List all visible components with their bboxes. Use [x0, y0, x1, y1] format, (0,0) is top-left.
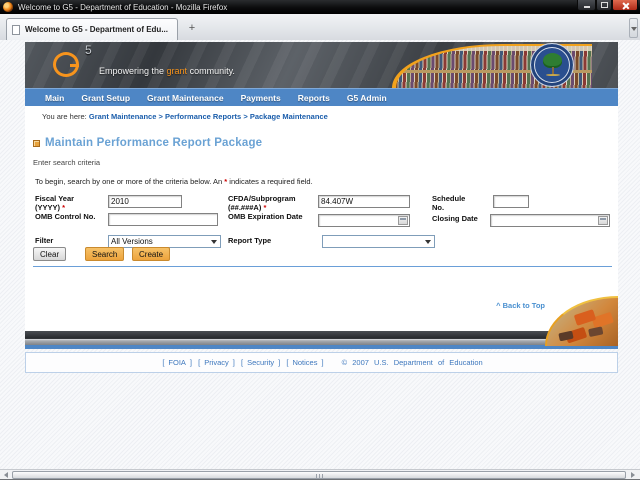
main-nav: Main Grant Setup Grant Maintenance Payme… [25, 88, 618, 106]
footer-link-privacy[interactable]: Privacy [204, 358, 229, 367]
bottom-blue-strip [25, 345, 618, 349]
search-criteria-subtitle: Enter search criteria [33, 158, 101, 167]
calendar-icon[interactable] [598, 216, 608, 225]
divider-line [33, 266, 612, 267]
breadcrumb-prefix: You are here: [42, 112, 87, 121]
filter-label: Filter [35, 236, 54, 245]
site-header: 5 Empowering the grant community. [25, 42, 618, 88]
seal-tree-icon [543, 53, 562, 68]
nav-item-payments[interactable]: Payments [241, 93, 281, 103]
g5-logo-number: 5 [85, 43, 92, 57]
bracket: [ [198, 358, 201, 367]
tab-title: Welcome to G5 - Department of Edu... [25, 25, 168, 34]
tab-bar: Welcome to G5 - Department of Edu... + [0, 14, 640, 40]
bracket: ] [321, 358, 324, 367]
report-type-select[interactable] [322, 235, 435, 248]
report-type-label: Report Type [228, 236, 272, 245]
omb-control-no-label: OMB Control No. [35, 212, 96, 221]
bracket: [ [240, 358, 244, 367]
content-area: You are here: Grant Maintenance > Perfor… [25, 106, 618, 331]
tagline-pre: Empowering the [99, 66, 167, 76]
title-bullet-icon [33, 139, 40, 147]
cfda-subprogram-label: CFDA/Subprogram (##.###A) * [228, 194, 296, 212]
bracket: ] [232, 358, 235, 367]
instruction-post: indicates a required field. [227, 177, 313, 186]
window-titlebar: Welcome to G5 - Department of Education … [0, 0, 640, 14]
closing-date-label: Closing Date [432, 214, 478, 223]
nav-item-grant-setup[interactable]: Grant Setup [81, 93, 130, 103]
chevron-down-icon [425, 240, 431, 244]
schedule-no-label: Schedule No. [432, 194, 466, 212]
page-viewport: 5 Empowering the grant community. Main G… [0, 40, 640, 469]
scroll-left-arrow[interactable] [0, 471, 12, 479]
breadcrumb-link-performance-reports[interactable]: Performance Reports [165, 112, 241, 121]
fiscal-year-input[interactable] [108, 195, 182, 208]
schedule-no-input[interactable] [493, 195, 529, 208]
tab-welcome-g5[interactable]: Welcome to G5 - Department of Edu... [6, 18, 178, 40]
nav-item-g5-admin[interactable]: G5 Admin [347, 93, 387, 103]
instruction-pre: To begin, search by one or more of the c… [35, 177, 225, 186]
browser-window: Welcome to G5 - Department of Education … [0, 0, 640, 480]
seal-tree-trunk [552, 67, 554, 74]
page-content: 5 Empowering the grant community. Main G… [25, 42, 618, 373]
maximize-icon [600, 2, 608, 8]
nav-item-reports[interactable]: Reports [298, 93, 330, 103]
close-icon [622, 2, 629, 9]
bracket: [ [286, 358, 289, 367]
omb-control-no-input[interactable] [108, 213, 218, 226]
closing-date-input[interactable] [490, 214, 610, 227]
close-button[interactable] [612, 0, 638, 11]
clear-button[interactable]: Clear [33, 247, 67, 261]
scrollbar-thumb[interactable] [12, 471, 626, 479]
window-title: Welcome to G5 - Department of Education … [18, 2, 228, 12]
create-button[interactable]: Create [132, 247, 171, 261]
dept-of-education-seal-icon [530, 43, 574, 87]
footer-link-foia[interactable]: FOIA [168, 358, 186, 367]
tagline-post: community. [187, 66, 235, 76]
maximize-button[interactable] [596, 0, 612, 11]
search-button[interactable]: Search [85, 247, 125, 261]
seal-ground [546, 74, 560, 76]
breadcrumb-separator: > [158, 112, 163, 121]
page-icon [12, 24, 20, 35]
cfda-subprogram-input[interactable] [318, 195, 410, 208]
filter-selected-value: All Versions [111, 237, 153, 246]
omb-expiration-date-label: OMB Expiration Date [228, 212, 303, 221]
page-title: Maintain Performance Report Package [45, 137, 263, 149]
bracket: [ [162, 358, 165, 367]
desk-shadow-shape [558, 330, 574, 342]
tagline-highlight: grant [166, 66, 188, 76]
footer-link-security[interactable]: Security [247, 358, 274, 367]
bracket: ] [189, 358, 193, 367]
new-tab-button[interactable]: + [184, 21, 200, 37]
breadcrumb-link-package-maintenance[interactable]: Package Maintenance [250, 112, 328, 121]
nav-item-main[interactable]: Main [45, 93, 64, 103]
breadcrumb-link-grant-maintenance[interactable]: Grant Maintenance [89, 112, 157, 121]
chevron-down-icon [211, 240, 217, 244]
firefox-icon [3, 2, 13, 12]
bracket: ] [278, 358, 281, 367]
footer-link-notices[interactable]: Notices [292, 358, 317, 367]
g5-logo-icon [53, 52, 79, 77]
omb-expiration-date-input[interactable] [318, 214, 410, 227]
nav-item-grant-maintenance[interactable]: Grant Maintenance [147, 93, 224, 103]
calendar-icon[interactable] [398, 216, 408, 225]
scrollbar-grip [319, 474, 320, 478]
minimize-button[interactable] [577, 0, 596, 11]
tab-list-button[interactable] [629, 18, 638, 38]
back-to-top-link[interactable]: ^ Back to Top [496, 301, 545, 310]
desk-shape [573, 309, 597, 326]
fiscal-year-label: Fiscal Year (YYYY) * [35, 194, 75, 212]
site-footer: [FOIA] [Privacy] [Security] [Notices] © … [25, 352, 618, 373]
scroll-right-arrow[interactable] [627, 471, 639, 479]
minimize-icon [583, 5, 590, 8]
bottom-photo-band [25, 331, 618, 345]
instruction-text: To begin, search by one or more of the c… [35, 177, 313, 186]
site-tagline: Empowering the grant community. [99, 66, 235, 76]
horizontal-scrollbar[interactable] [0, 469, 640, 479]
breadcrumb: You are here: Grant Maintenance > Perfor… [42, 112, 328, 121]
copyright-text: © 2007 U.S. Department of Education [341, 358, 483, 367]
breadcrumb-separator: > [243, 112, 248, 121]
